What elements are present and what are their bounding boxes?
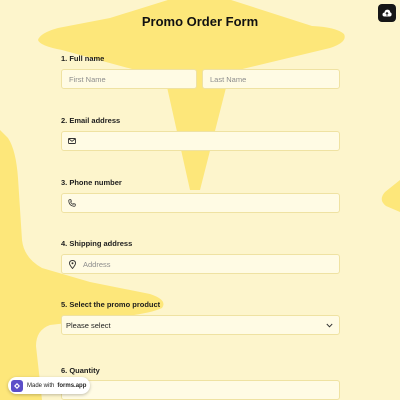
question-label-email: 2. Email address [61,116,121,125]
made-with-forms-app-badge[interactable]: Made with forms.app [8,377,90,394]
question-label-full-name: 1. Full name [61,54,105,63]
first-name-input[interactable]: First Name [61,69,197,89]
question-label-shipping: 4. Shipping address [61,239,133,248]
question-label-quantity: 6. Quantity [61,366,100,375]
last-name-input[interactable]: Last Name [202,69,340,89]
envelope-icon [67,136,77,146]
forms-app-logo-icon [11,379,23,392]
background-shape-right [381,180,400,212]
promo-product-selected: Please select [66,320,111,330]
chevron-down-icon [324,320,334,330]
cloud-upload-icon [382,9,392,17]
quantity-field[interactable] [61,380,340,400]
last-name-placeholder: Last Name [210,74,247,84]
form-title: Promo Order Form [141,14,259,29]
badge-prefix: Made with [27,382,55,389]
email-field[interactable] [61,131,340,151]
promo-product-select[interactable]: Please select [61,315,340,335]
phone-icon [67,198,77,208]
phone-field[interactable] [61,193,340,213]
badge-brand: forms.app [57,382,87,389]
shipping-address-field[interactable]: Address [61,254,340,274]
upload-button[interactable] [378,4,396,22]
question-label-phone: 3. Phone number [61,178,122,187]
location-pin-icon [67,259,77,269]
first-name-placeholder: First Name [69,74,106,84]
question-label-promo-product: 5. Select the promo product [61,300,161,309]
address-placeholder: Address [83,259,111,269]
